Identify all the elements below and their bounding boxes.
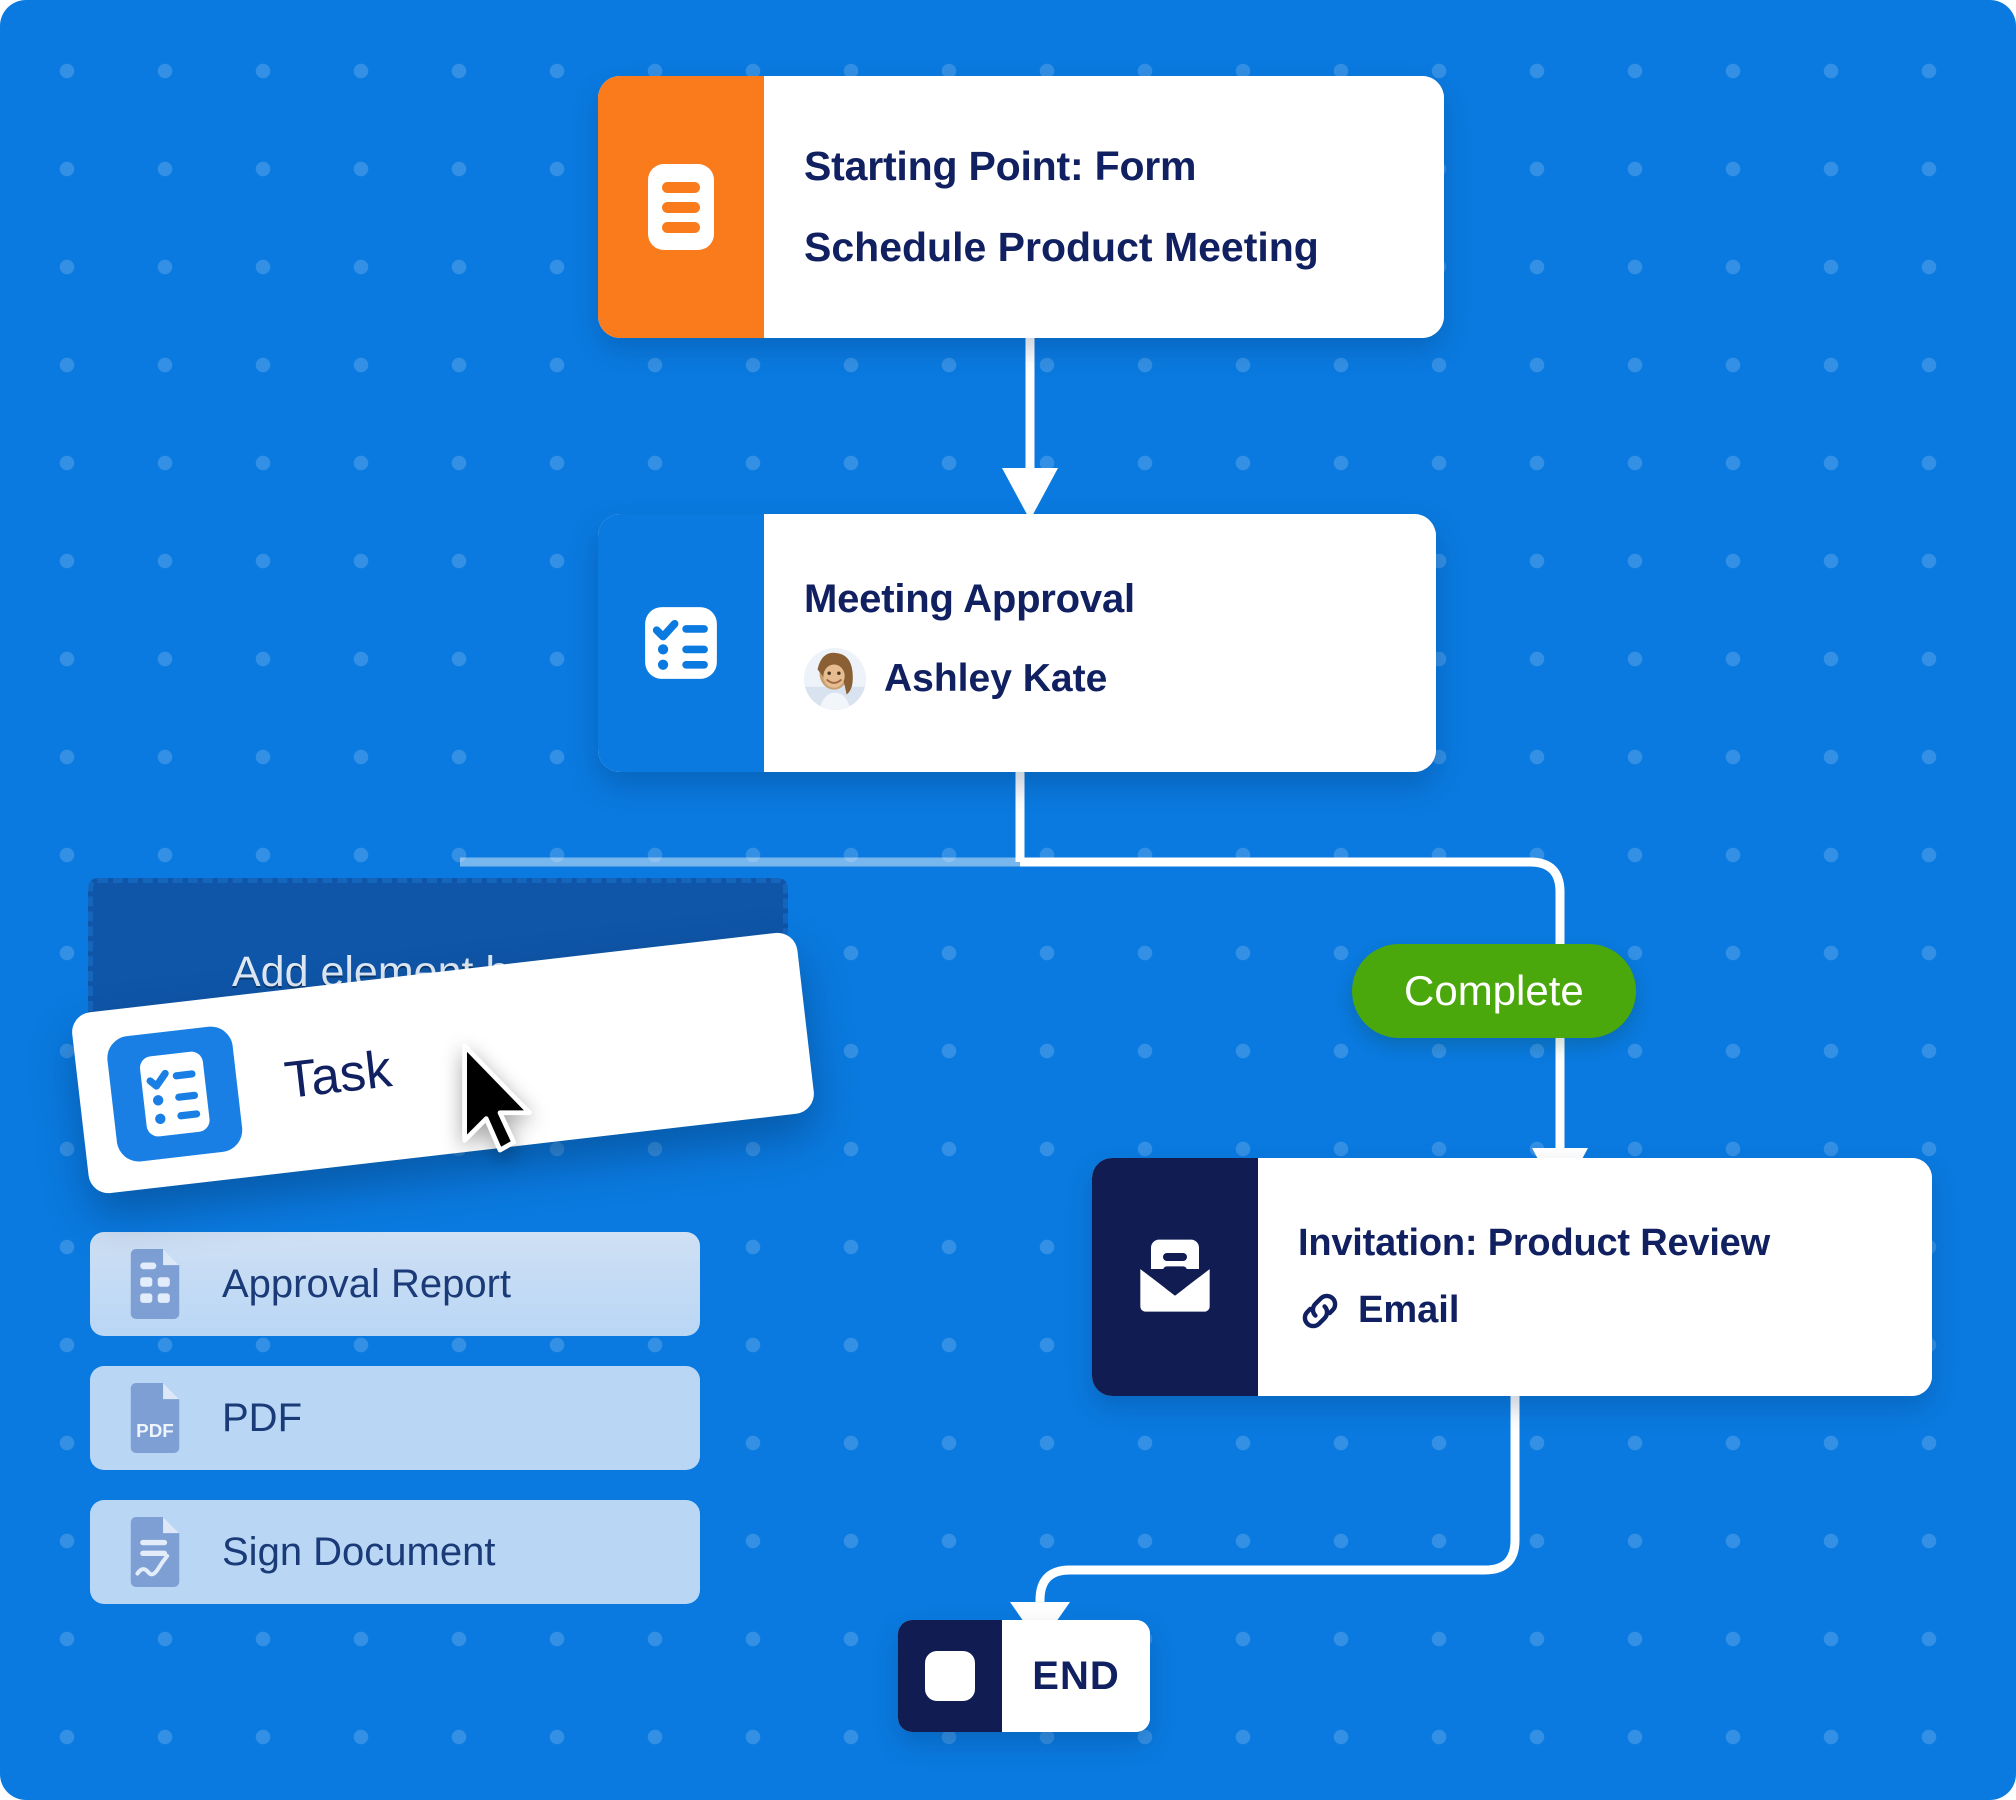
connector-invitation-to-end [1010,1390,1520,1640]
node-end-accent [898,1620,1002,1732]
link-icon [1302,1293,1338,1328]
mouse-pointer-icon [462,1043,532,1153]
checklist-icon [139,1051,210,1137]
svg-text:PDF: PDF [136,1420,174,1441]
node-invitation[interactable]: Invitation: Product Review Email [1092,1158,1932,1396]
signed-document-icon [130,1517,180,1587]
avatar [804,647,866,710]
status-badge-complete[interactable]: Complete [1352,944,1636,1038]
node-start-accent [598,76,764,338]
checklist-icon [645,607,717,679]
node-end-body: END [1002,1620,1150,1732]
node-invitation-title: Invitation: Product Review [1298,1221,1770,1264]
stop-square-icon [925,1651,975,1701]
node-start-subtitle: Schedule Product Meeting [804,224,1319,270]
complete-badge-label: Complete [1404,967,1584,1014]
node-invitation-body: Invitation: Product Review Email [1258,1158,1932,1396]
list-item[interactable]: PDF PDF [90,1366,700,1470]
pdf-file-icon: PDF [130,1383,180,1453]
list-item[interactable]: Sign Document [90,1500,700,1604]
list-item-label: Sign Document [222,1529,496,1574]
workflow-canvas: Starting Point: Form Schedule Product Me… [0,0,2016,1800]
node-starting-point[interactable]: Starting Point: Form Schedule Product Me… [598,76,1444,338]
list-item[interactable]: Approval Report [90,1232,700,1336]
node-meeting-approval[interactable]: Meeting Approval Ashley Kate [598,514,1436,772]
form-icon [648,164,714,250]
email-envelope-icon [1140,1239,1210,1312]
node-end-label: END [1032,1653,1120,1698]
node-end[interactable]: END [898,1620,1150,1732]
node-approval-body: Meeting Approval Ashley Kate [764,514,1436,772]
node-approval-title: Meeting Approval [804,576,1135,621]
node-approval-accent [598,514,764,772]
node-start-body: Starting Point: Form Schedule Product Me… [764,76,1444,338]
node-invitation-accent [1092,1158,1258,1396]
report-document-icon [130,1249,180,1319]
connector-start-to-approval [1002,330,1058,520]
node-approval-assignee-name: Ashley Kate [884,656,1108,700]
node-invitation-channel: Email [1358,1289,1460,1331]
list-item-label: PDF [222,1395,302,1440]
node-approval-assignee-row: Ashley Kate [804,647,1396,710]
node-start-title: Starting Point: Form [804,143,1197,189]
dragged-task-label: Task [281,1040,395,1111]
task-icon-box [104,1024,245,1164]
list-item-label: Approval Report [222,1261,512,1306]
node-invitation-channel-row: Email [1298,1289,1892,1333]
